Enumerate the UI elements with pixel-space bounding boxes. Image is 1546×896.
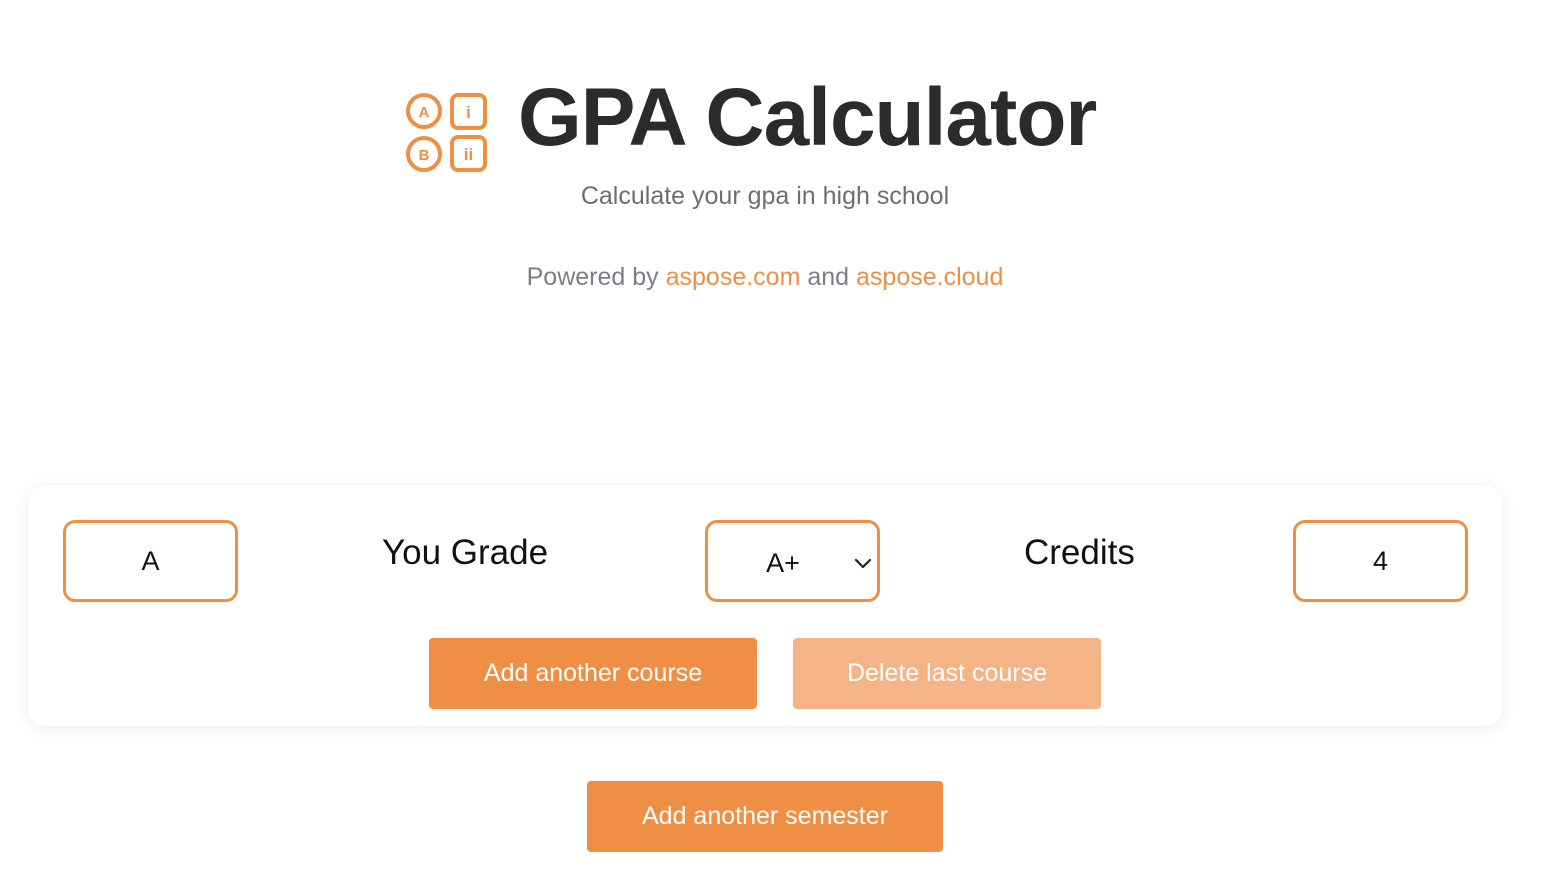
- page-title: GPA Calculator: [518, 72, 1097, 163]
- svg-text:A: A: [419, 104, 430, 121]
- page-subtitle: Calculate your gpa in high school: [580, 182, 950, 210]
- credits-label: Credits: [1024, 533, 1135, 572]
- svg-text:i: i: [466, 103, 471, 122]
- grade-select[interactable]: A+: [705, 520, 880, 602]
- delete-course-button[interactable]: Delete last course: [793, 638, 1101, 709]
- credits-input[interactable]: [1293, 520, 1468, 602]
- grade-select-value: A+: [766, 548, 800, 578]
- chevron-down-icon: [854, 558, 872, 569]
- powered-by-prefix: Powered by: [526, 263, 659, 291]
- add-course-button[interactable]: Add another course: [429, 638, 757, 709]
- aspose-com-link[interactable]: aspose.com: [666, 263, 801, 291]
- semester-card: You Grade A+ Credits Add another course …: [28, 485, 1502, 726]
- grade-logo-icon: A i B ii: [406, 93, 487, 172]
- course-name-input[interactable]: [63, 520, 238, 602]
- gpa-calculator-page: A i B ii GPA Calculator Calculate your g…: [0, 0, 1546, 896]
- add-semester-button[interactable]: Add another semester: [587, 781, 943, 852]
- powered-by-and: and: [807, 263, 850, 291]
- aspose-cloud-link[interactable]: aspose.cloud: [856, 263, 1003, 291]
- grade-label: You Grade: [382, 533, 549, 572]
- svg-text:ii: ii: [464, 145, 473, 164]
- powered-by-line: Powered by aspose.com and aspose.cloud: [0, 261, 1530, 293]
- svg-text:B: B: [419, 147, 430, 164]
